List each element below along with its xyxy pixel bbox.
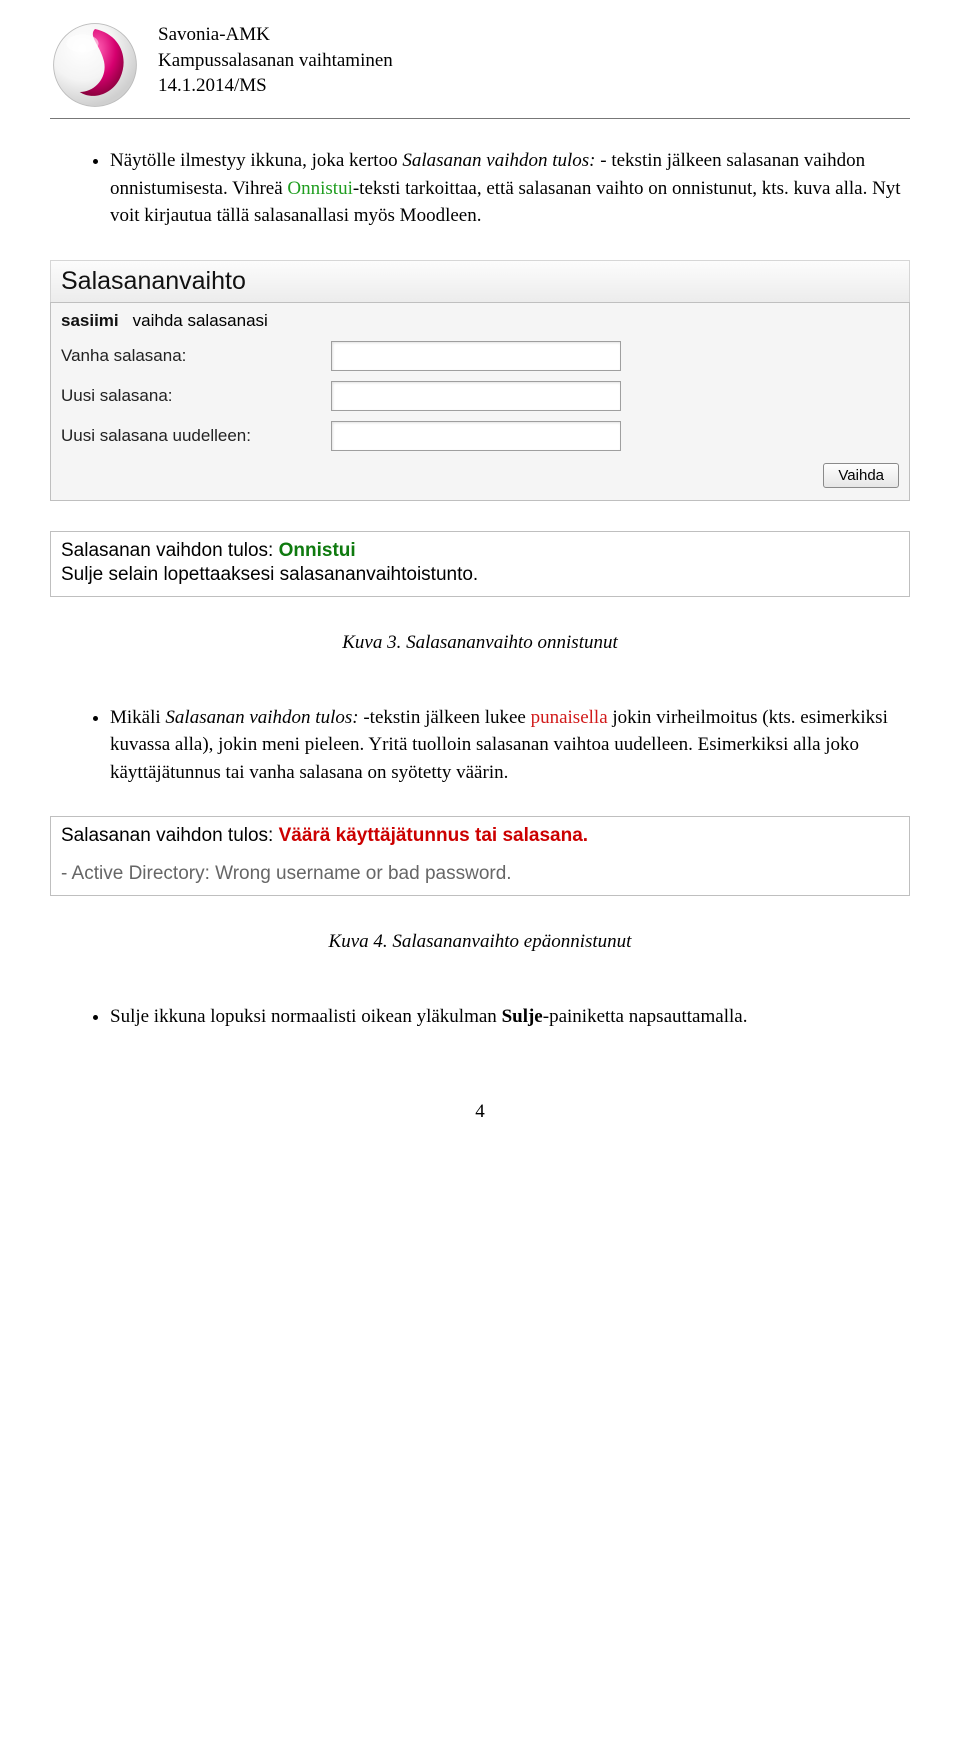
instruction-text: vaihda salasanasi [133,311,268,331]
green-text: Onnistui [287,178,352,199]
text: -painiketta napsauttamalla. [543,1006,748,1027]
instruction-item: Sulje ikkuna lopuksi normaalisti oikean … [110,1003,910,1031]
page-header: Savonia-AMK Kampussalasanan vaihtaminen … [50,20,910,119]
bold-text: Sulje [502,1006,543,1027]
text: Mikäli [110,707,165,728]
result-box-success: Salasanan vaihdon tulos: Onnistui Sulje … [50,531,910,597]
new-password-input[interactable] [331,381,621,411]
header-line1: Savonia-AMK [158,22,393,48]
username-label: sasiimi [61,311,119,331]
page-number: 4 [50,1101,910,1123]
figure-caption-4: Kuva 4. Salasananvaihto epäonnistunut [50,931,910,953]
password-change-form-screenshot: Salasananvaihto sasiimi vaihda salasanas… [50,260,910,597]
old-password-input[interactable] [331,341,621,371]
instruction-item: Näytölle ilmestyy ikkuna, joka kertoo Sa… [110,147,910,230]
instruction-list-1: Näytölle ilmestyy ikkuna, joka kertoo Sa… [50,147,910,230]
new-password-label: Uusi salasana: [61,386,331,406]
result-status-success: Onnistui [279,540,356,561]
result-error-detail: - Active Directory: Wrong username or ba… [61,863,899,885]
result-subline: Sulje selain lopettaaksesi salasananvaih… [61,564,899,586]
instruction-item: Mikäli Salasanan vaihdon tulos: -tekstin… [110,704,910,787]
old-password-label: Vanha salasana: [61,346,331,366]
result-status-error: Väärä käyttäjätunnus tai salasana. [279,825,588,846]
header-line3: 14.1.2014/MS [158,73,393,99]
panel-title: Salasananvaihto [50,260,910,302]
change-button[interactable]: Vaihda [823,463,899,488]
result-prefix: Salasanan vaihdon tulos: [61,540,279,561]
text: -tekstin jälkeen lukee [363,707,530,728]
repeat-password-input[interactable] [331,421,621,451]
result-prefix: Salasanan vaihdon tulos: [61,825,279,846]
savonia-logo [50,20,140,110]
repeat-password-label: Uusi salasana uudelleen: [61,426,331,446]
header-line2: Kampussalasanan vaihtaminen [158,48,393,74]
instruction-list-2: Mikäli Salasanan vaihdon tulos: -tekstin… [50,704,910,787]
figure-caption-3: Kuva 3. Salasananvaihto onnistunut [50,632,910,654]
instruction-list-3: Sulje ikkuna lopuksi normaalisti oikean … [50,1003,910,1031]
italic-text: Salasanan vaihdon tulos: [402,150,600,171]
italic-text: Salasanan vaihdon tulos: [165,707,363,728]
form-panel: sasiimi vaihda salasanasi Vanha salasana… [50,302,910,501]
text: Näytölle ilmestyy ikkuna, joka kertoo [110,150,402,171]
red-text: punaisella [531,707,608,728]
result-box-error: Salasanan vaihdon tulos: Väärä käyttäjät… [50,816,910,896]
text: Sulje ikkuna lopuksi normaalisti oikean … [110,1006,502,1027]
